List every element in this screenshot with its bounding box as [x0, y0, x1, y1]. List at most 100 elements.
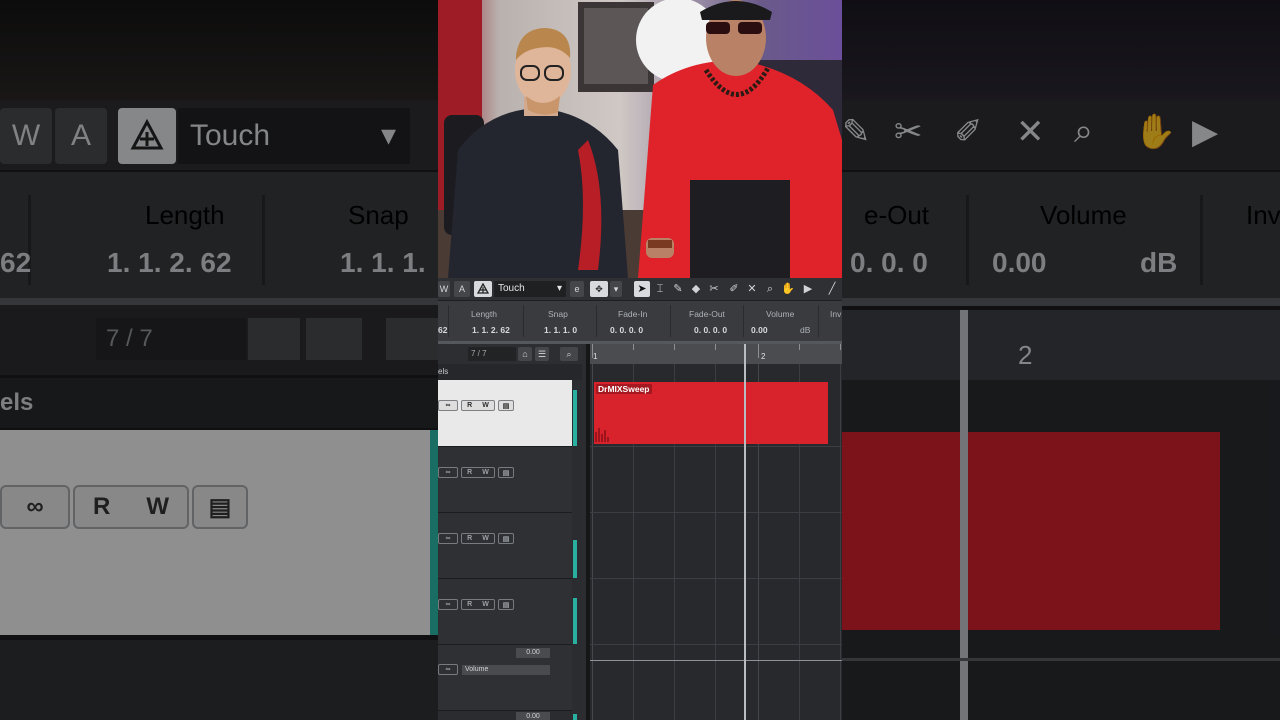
track-row[interactable]: ∞ RW ▤ — [438, 447, 572, 513]
background-right-toolbar: ✎ ✂ ✐ ✕ ⌕ ✋ ▶ — [842, 100, 1280, 170]
scissors-icon[interactable]: ✂ — [706, 281, 722, 297]
bg-snap-value: 1. 1. 1. — [340, 247, 426, 278]
length-value[interactable]: 1. 1. 2. 62 — [472, 325, 510, 335]
bg-glue-icon: ✎ — [842, 113, 871, 151]
bg-rw-buttons: RW — [73, 485, 189, 529]
glue-icon[interactable]: ✐ — [726, 281, 742, 297]
background-right-ruler — [842, 310, 1280, 380]
volume-unit: dB — [800, 325, 811, 335]
write-automation-button[interactable]: W — [438, 281, 450, 297]
track-row[interactable]: ∞ RW ▤ — [438, 579, 572, 645]
fade-out-value[interactable]: 0. 0. 0. 0 — [694, 325, 727, 335]
bg-track-count: 7 / 7 — [96, 318, 246, 360]
bg-a-button: A — [55, 108, 107, 164]
bg-mute-icon: ✕ — [1016, 113, 1045, 151]
search-icon[interactable]: ⌕ — [560, 347, 578, 361]
hand-icon[interactable]: ✋ — [780, 281, 796, 297]
pencil-icon[interactable]: ✎ — [670, 281, 686, 297]
fade-out-label: Fade-Out — [689, 309, 725, 319]
volume-label: Volume — [766, 309, 795, 319]
edit-button[interactable]: ▤ — [498, 533, 514, 544]
edit-button[interactable]: ▤ — [498, 467, 514, 478]
waveform — [595, 428, 609, 442]
project-cursor[interactable] — [744, 344, 746, 720]
edit-button[interactable]: ▤ — [498, 599, 514, 610]
bg-edit-button: ▤ — [192, 485, 248, 529]
tool-dropdown[interactable]: ▾ — [610, 281, 622, 297]
link-tool-icon[interactable]: ✥ — [590, 281, 608, 297]
background-left-camera-edge — [0, 0, 438, 100]
bg-snap-label: Snap — [348, 200, 409, 230]
automation-track-row[interactable]: 0.00 ∞ Volume — [438, 645, 572, 711]
monitor-button[interactable]: ∞ — [438, 400, 458, 411]
bg-automation-icon — [118, 108, 176, 164]
length-label: Length — [471, 309, 497, 319]
camera-image — [438, 0, 842, 278]
monitor-button[interactable]: ∞ — [438, 533, 458, 544]
read-write-buttons[interactable]: RW — [461, 400, 495, 411]
bg-zoom-icon: ⌕ — [1074, 112, 1094, 150]
automation-mode-icon[interactable] — [474, 281, 492, 297]
bg-volume-unit: dB — [1140, 247, 1178, 278]
background-left-infobar — [0, 172, 438, 300]
track-row[interactable]: ∞ RW ▤ — [438, 513, 572, 579]
background-right-zoom: ✎ ✂ ✐ ✕ ⌕ ✋ ▶ e-Out 0. 0. 0 Volume 0.00 … — [842, 0, 1280, 720]
home-icon[interactable]: ⌂ — [518, 347, 532, 361]
snap-value[interactable]: 1. 1. 1. 0 — [544, 325, 577, 335]
ruler[interactable]: 1 2 — [590, 344, 842, 364]
volume-value-field[interactable]: 0.00 — [516, 712, 550, 720]
fade-in-value[interactable]: 0. 0. 0. 0 — [610, 325, 643, 335]
bg-fadeout-value: 0. 0. 0 — [850, 247, 928, 278]
bg-automation-mode: Touch ▾ — [178, 108, 410, 164]
background-left-zoom: W A Touch ▾ Length 1. 1. 2. 62 Snap 1. 1… — [0, 0, 438, 720]
bg-volume-value: 0.00 — [992, 247, 1047, 278]
snap-label: Snap — [548, 309, 568, 319]
snap-toggle[interactable]: e — [570, 281, 584, 297]
eraser-icon[interactable]: ◆ — [688, 281, 704, 297]
inv-label: Inv — [830, 309, 842, 319]
bg-inv-label: Inv — [1246, 200, 1280, 230]
pointer-icon[interactable]: ➤ — [634, 281, 650, 297]
line-icon[interactable]: ╱ — [824, 281, 840, 297]
bg-list-icon — [306, 318, 362, 360]
project-window[interactable]: 1 2 DrMIXSweep — [586, 344, 842, 720]
play-icon[interactable]: ▶ — [800, 281, 816, 297]
chevron-down-icon: ▾ — [556, 283, 562, 294]
bg-marker-icon: ✐ — [954, 113, 983, 151]
range-icon[interactable]: ⌶ — [652, 281, 668, 297]
read-write-buttons[interactable]: RW — [461, 533, 495, 544]
list-icon[interactable]: ☰ — [535, 347, 549, 361]
bg-ruler-mark: 2 — [1018, 340, 1033, 370]
monitor-button[interactable]: ∞ — [438, 599, 458, 610]
bg-volume-label: Volume — [1040, 200, 1127, 230]
audio-event[interactable]: DrMIXSweep — [594, 382, 828, 444]
video-frame: W A Touch ▾ e ✥ ▾ ➤ ⌶ ✎ ◆ ✂ ✐ ✕ ⌕ ✋ ▶ ╱ — [438, 0, 842, 720]
ruler-bar-1: 1 — [593, 352, 598, 361]
monitor-button[interactable]: ∞ — [438, 467, 458, 478]
track-count: 7 / 7 — [468, 347, 516, 361]
read-write-buttons[interactable]: RW — [461, 599, 495, 610]
info-line: 62 Length 1. 1. 2. 62 Snap 1. 1. 1. 0 Fa… — [438, 301, 842, 341]
background-right-camera-edge — [842, 0, 1280, 100]
zoom-icon[interactable]: ⌕ — [762, 281, 778, 297]
background-left-selected-track — [0, 430, 430, 635]
ruler-bar-2: 2 — [761, 352, 766, 361]
info-partial-value: 62 — [438, 325, 448, 335]
background-right-infobar — [842, 172, 1280, 300]
volume-value-field[interactable]: 0.00 — [516, 648, 550, 658]
bg-w-button: W — [0, 108, 52, 164]
edit-button[interactable]: ▤ — [498, 400, 514, 411]
automation-parameter-select[interactable]: Volume — [462, 665, 550, 675]
automation-mode-select[interactable]: Touch ▾ — [494, 281, 566, 297]
track-list: 7 / 7 ⌂ ☰ ⌕ els ∞ RW ▤ ∞ RW ▤ ∞ RW ▤ ∞ R… — [438, 344, 582, 720]
bg-home-icon — [248, 318, 300, 360]
mute-icon[interactable]: ✕ — [744, 281, 760, 297]
track-row-selected[interactable]: ∞ RW ▤ — [438, 380, 572, 447]
monitor-button[interactable]: ∞ — [438, 664, 458, 675]
section-label: els — [438, 364, 582, 380]
read-write-buttons[interactable]: RW — [461, 467, 495, 478]
volume-value[interactable]: 0.00 — [751, 325, 768, 335]
bg-section-label: els — [0, 378, 438, 428]
read-automation-button[interactable]: A — [454, 281, 470, 297]
bg-scissors-icon: ✂ — [894, 113, 923, 151]
